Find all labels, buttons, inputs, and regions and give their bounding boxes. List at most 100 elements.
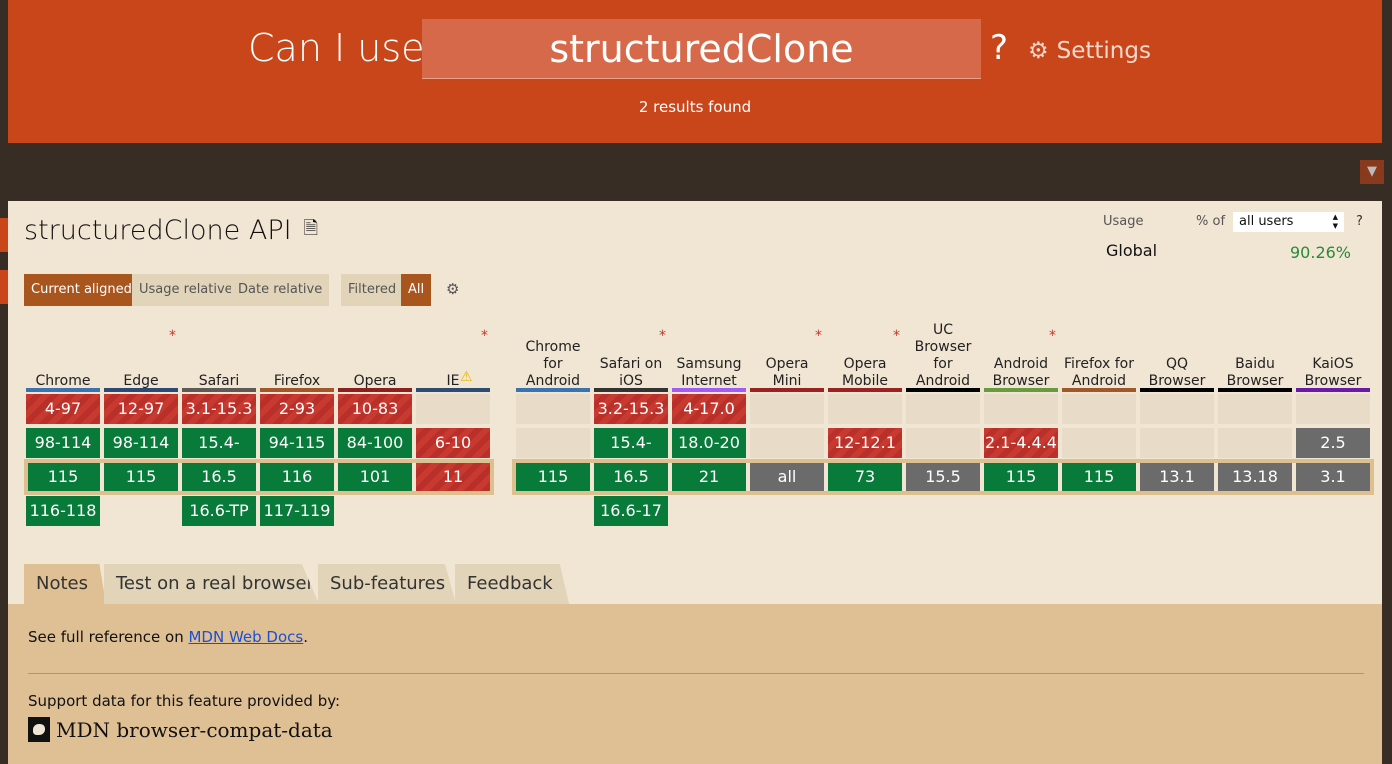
help-icon[interactable]: ? xyxy=(1356,214,1363,229)
version-cell[interactable]: 98-114 xyxy=(104,428,178,458)
version-cell xyxy=(1140,428,1214,458)
browser-name: Android Browser xyxy=(992,356,1050,389)
browser-column: IE * ⚠ xyxy=(416,316,490,396)
tab-sub-features[interactable]: Sub-features xyxy=(318,564,456,604)
version-cell[interactable]: 3.2-15.3 xyxy=(594,394,668,424)
browser-color-bar xyxy=(906,388,980,392)
browser-color-bar xyxy=(594,388,668,392)
provided-by-text: Support data for this feature provided b… xyxy=(28,692,341,710)
version-cell[interactable]: 2-93 xyxy=(260,394,334,424)
version-cell[interactable]: 12-12.1 xyxy=(828,428,902,458)
version-cell xyxy=(1218,428,1292,458)
browser-color-bar xyxy=(984,388,1058,392)
tab-notes[interactable]: Notes xyxy=(24,564,106,604)
browser-color-bar xyxy=(1218,388,1292,392)
browser-column: KaiOS Browser xyxy=(1296,316,1370,396)
browser-name: QQ Browser xyxy=(1148,356,1206,389)
feature-title: structuredClone API 🗎 xyxy=(24,215,318,246)
note-asterisk-icon[interactable]: * xyxy=(481,328,488,344)
version-cell[interactable]: 6-10 xyxy=(416,428,490,458)
note-asterisk-icon[interactable]: * xyxy=(169,328,176,344)
version-cell[interactable]: 16.6-17 xyxy=(594,496,668,526)
view-usage-relative[interactable]: Usage relative xyxy=(132,274,240,306)
browser-name: IE xyxy=(446,373,460,389)
version-cell[interactable]: 3.1-15.3 xyxy=(182,394,256,424)
browser-name: Safari on iOS xyxy=(599,356,663,389)
mdn-bcd-label: MDN browser-compat-data xyxy=(56,717,333,742)
version-cell xyxy=(1062,394,1136,424)
note-asterisk-icon[interactable]: * xyxy=(659,328,666,344)
version-cell[interactable]: 117-119 xyxy=(260,496,334,526)
results-count: 2 results found xyxy=(638,98,752,116)
side-tab[interactable] xyxy=(0,218,8,252)
version-cell[interactable]: 15.4-16.4 xyxy=(594,428,668,482)
browser-name: Firefox xyxy=(273,373,321,389)
view-date-relative[interactable]: Date relative xyxy=(231,274,330,306)
filter-filtered[interactable]: Filtered xyxy=(341,274,404,306)
browser-color-bar xyxy=(1296,388,1370,392)
view-current-aligned[interactable]: Current aligned xyxy=(24,274,139,306)
feature-panel: structuredClone API 🗎 Current aligned Usa… xyxy=(8,201,1382,764)
browser-name: Opera Mini xyxy=(765,356,809,389)
version-cell xyxy=(828,394,902,424)
mdn-logo-icon xyxy=(28,717,50,742)
filter-icon[interactable]: ▼ xyxy=(1360,160,1384,184)
version-cell[interactable]: 116-118 xyxy=(26,496,100,526)
browser-color-bar xyxy=(260,388,334,392)
browser-column: Opera Mini * xyxy=(750,316,824,396)
version-cell[interactable]: 16.6-TP xyxy=(182,496,256,526)
users-select[interactable]: all users ▲ ▼ xyxy=(1233,212,1344,232)
gear-icon: ⚙ xyxy=(1028,38,1049,64)
browser-name: Edge xyxy=(123,373,159,389)
search-input[interactable]: structuredClone xyxy=(422,19,981,79)
version-cell[interactable]: 2.1-4.4.4 xyxy=(984,428,1058,458)
settings-button[interactable]: ⚙ Settings xyxy=(1028,38,1151,64)
browser-column: Safari on iOS * xyxy=(594,316,668,396)
browser-name: Samsung Internet xyxy=(676,356,742,389)
browser-name: Opera Mobile xyxy=(842,356,888,389)
version-cell[interactable]: 12-97 xyxy=(104,394,178,424)
gear-icon[interactable]: ⚙ xyxy=(446,280,459,298)
settings-label: Settings xyxy=(1056,38,1151,64)
mdn-bcd-link[interactable]: MDN browser-compat-data xyxy=(28,717,333,742)
mdn-link[interactable]: MDN Web Docs xyxy=(188,628,303,646)
version-cell xyxy=(906,428,980,458)
browser-column: Baidu Browser xyxy=(1218,316,1292,396)
version-cell[interactable]: 2.5 xyxy=(1296,428,1370,458)
version-cell xyxy=(750,428,824,458)
browser-column: Chrome for Android xyxy=(516,316,590,396)
version-cell xyxy=(750,394,824,424)
browser-column: Chrome xyxy=(26,316,100,396)
version-cell[interactable]: 18.0-20 xyxy=(672,428,746,458)
version-cell[interactable]: 4-17.0 xyxy=(672,394,746,424)
region-label: Global xyxy=(1106,241,1158,260)
document-icon[interactable]: 🗎 xyxy=(304,216,318,246)
version-cell[interactable]: 94-115 xyxy=(260,428,334,458)
notes-panel: See full reference on MDN Web Docs. Supp… xyxy=(8,604,1382,764)
global-usage-value: 90.26% xyxy=(1290,243,1352,262)
note-asterisk-icon[interactable]: * xyxy=(815,328,822,344)
version-cell[interactable]: 98-114 xyxy=(26,428,100,458)
note-asterisk-icon[interactable]: * xyxy=(1049,328,1056,344)
browser-name: Opera xyxy=(353,373,397,389)
current-row-highlight xyxy=(512,459,1374,495)
tab-feedback[interactable]: Feedback xyxy=(455,564,569,604)
version-cell[interactable]: 15.4-16.4 xyxy=(182,428,256,482)
tab-test-real-browser[interactable]: Test on a real browser xyxy=(104,564,319,604)
version-cell[interactable]: 10-83 xyxy=(338,394,412,424)
version-cell[interactable]: 84-100 xyxy=(338,428,412,458)
reference-text: See full reference on MDN Web Docs. xyxy=(28,628,308,646)
browser-color-bar xyxy=(104,388,178,392)
warning-icon[interactable]: ⚠ xyxy=(460,369,473,385)
version-cell[interactable]: 4-97 xyxy=(26,394,100,424)
browser-column: QQ Browser xyxy=(1140,316,1214,396)
browser-column: Firefox for Android xyxy=(1062,316,1136,396)
ref-suffix: . xyxy=(303,628,309,646)
version-cell xyxy=(416,394,490,424)
filter-all[interactable]: All xyxy=(401,274,432,306)
note-asterisk-icon[interactable]: * xyxy=(893,328,900,344)
browser-color-bar xyxy=(672,388,746,392)
browser-color-bar xyxy=(516,388,590,392)
users-select-value: all users xyxy=(1239,214,1294,229)
side-tab[interactable] xyxy=(0,270,8,304)
